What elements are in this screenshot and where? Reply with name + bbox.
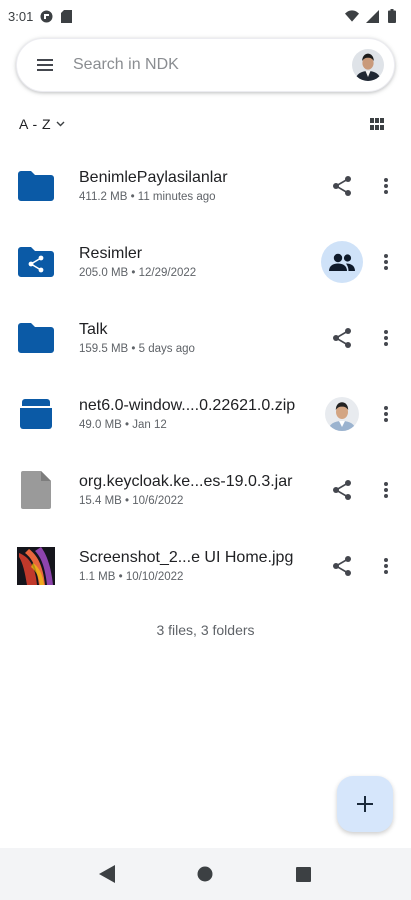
image-thumbnail <box>17 547 55 585</box>
file-name: Resimler <box>79 245 143 262</box>
sort-label: A - Z <box>19 116 52 132</box>
more-options-button[interactable] <box>368 240 404 284</box>
owner-avatar <box>325 397 359 431</box>
status-time: 3:01 <box>8 8 34 24</box>
shared-people-badge <box>321 241 363 283</box>
search-input[interactable]: Search in NDK <box>73 56 352 74</box>
share-button[interactable] <box>320 164 364 208</box>
more-vert-icon <box>384 330 388 346</box>
plus-icon <box>357 796 373 812</box>
file-meta: 411.2 MB • 11 minutes ago <box>79 191 216 203</box>
more-options-button[interactable] <box>368 164 404 208</box>
sort-button[interactable]: A - Z <box>19 116 65 132</box>
search-bar[interactable]: Search in NDK <box>16 38 395 92</box>
folder-icon <box>17 319 55 357</box>
file-meta: 15.4 MB • 10/6/2022 <box>79 495 184 507</box>
battery-icon <box>385 9 399 23</box>
more-options-button[interactable] <box>368 316 404 360</box>
more-options-button[interactable] <box>368 468 404 512</box>
file-icon <box>17 471 55 509</box>
share-button[interactable] <box>320 544 364 588</box>
wifi-icon <box>345 9 359 23</box>
items-summary: 3 files, 3 folders <box>156 622 255 638</box>
file-meta: 1.1 MB • 10/10/2022 <box>79 571 184 583</box>
owner-button[interactable] <box>320 392 364 436</box>
sd-card-icon <box>59 9 73 23</box>
people-icon <box>329 253 355 271</box>
share-button[interactable] <box>320 468 364 512</box>
recents-square-icon <box>296 866 312 882</box>
file-name: Talk <box>79 321 108 338</box>
share-icon <box>333 556 351 576</box>
more-vert-icon <box>384 406 388 422</box>
back-triangle-icon <box>99 865 116 883</box>
share-icon <box>333 480 351 500</box>
nav-back-button[interactable] <box>87 854 127 894</box>
file-meta: 205.0 MB • 12/29/2022 <box>79 267 197 279</box>
more-vert-icon <box>384 558 388 574</box>
more-options-button[interactable] <box>368 392 404 436</box>
shared-folder-icon <box>17 243 55 281</box>
file-meta: 49.0 MB • Jan 12 <box>79 419 167 431</box>
list-item[interactable]: org.keycloak.ke...es-19.0.3.jar 15.4 MB … <box>0 452 411 528</box>
menu-icon <box>37 59 53 71</box>
file-list: BenimlePaylasilanlar 411.2 MB • 11 minut… <box>0 148 411 604</box>
chevron-down-icon <box>56 121 65 127</box>
file-name: Screenshot_2...e UI Home.jpg <box>79 549 294 566</box>
list-item[interactable]: Resimler 205.0 MB • 12/29/2022 <box>0 224 411 300</box>
folder-icon <box>17 167 55 205</box>
shared-with-button[interactable] <box>320 240 364 284</box>
add-button[interactable] <box>337 776 393 832</box>
file-name: org.keycloak.ke...es-19.0.3.jar <box>79 473 293 490</box>
grid-view-icon <box>370 118 384 130</box>
file-name: net6.0-window....0.22621.0.zip <box>79 397 296 414</box>
file-name: BenimlePaylasilanlar <box>79 169 228 186</box>
account-avatar[interactable] <box>352 49 384 81</box>
list-item[interactable]: Screenshot_2...e UI Home.jpg 1.1 MB • 10… <box>0 528 411 604</box>
nav-recents-button[interactable] <box>284 854 324 894</box>
share-icon <box>333 328 351 348</box>
signal-icon <box>365 9 379 23</box>
status-bar: 3:01 <box>0 0 411 32</box>
file-meta: 159.5 MB • 5 days ago <box>79 343 195 355</box>
share-icon <box>333 176 351 196</box>
home-circle-icon <box>197 866 213 882</box>
sort-row: A - Z <box>0 110 411 138</box>
menu-button[interactable] <box>17 38 73 92</box>
list-item[interactable]: net6.0-window....0.22621.0.zip 49.0 MB •… <box>0 376 411 452</box>
more-vert-icon <box>384 254 388 270</box>
list-item[interactable]: BenimlePaylasilanlar 411.2 MB • 11 minut… <box>0 148 411 224</box>
grid-view-button[interactable] <box>363 110 391 138</box>
more-vert-icon <box>384 482 388 498</box>
share-button[interactable] <box>320 316 364 360</box>
more-vert-icon <box>384 178 388 194</box>
system-nav-bar <box>0 848 411 900</box>
list-item[interactable]: Talk 159.5 MB • 5 days ago <box>0 300 411 376</box>
more-options-button[interactable] <box>368 544 404 588</box>
nav-home-button[interactable] <box>185 854 225 894</box>
app-notification-icon <box>39 9 53 23</box>
archive-icon <box>17 395 55 433</box>
